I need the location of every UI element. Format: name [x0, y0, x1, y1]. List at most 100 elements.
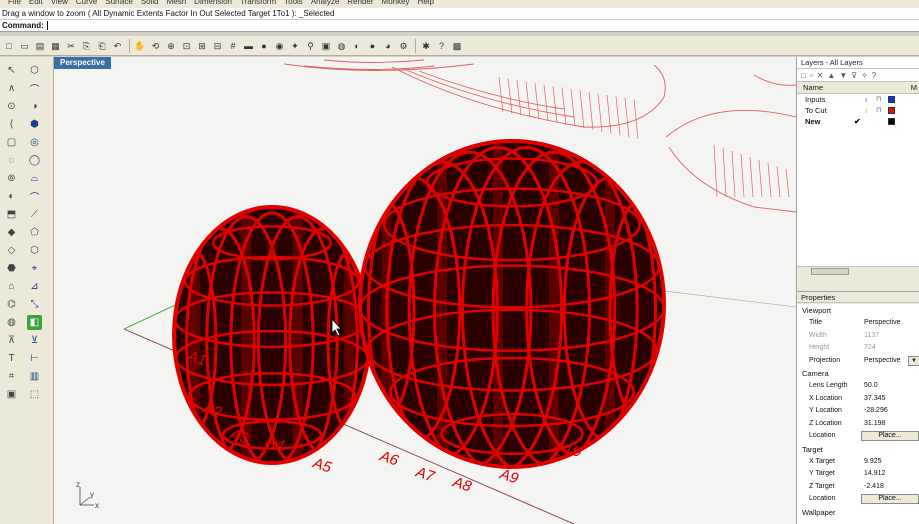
menu-item-curve[interactable]: Curve — [76, 0, 97, 6]
undo-icon[interactable]: ↶ — [111, 39, 125, 53]
tool-button-icon[interactable]: ⬢ — [27, 117, 42, 132]
tool-button-icon[interactable]: ⊙ — [4, 99, 19, 114]
tool-button-icon[interactable]: ⌒ — [27, 189, 42, 204]
tool-button-icon[interactable]: ⊼ — [4, 333, 19, 348]
new-sublayer-icon[interactable]: ▫ — [810, 71, 813, 80]
zoom-window-icon[interactable]: ⊡ — [180, 39, 194, 53]
prop-title-value[interactable]: Perspective — [864, 317, 901, 330]
grid-icon[interactable]: # — [226, 39, 240, 53]
tool-button-icon[interactable]: ⟨ — [4, 117, 19, 132]
render-sphere-icon[interactable]: ● — [366, 39, 380, 53]
z-target-input[interactable]: -2.418 — [864, 481, 884, 494]
new-layer-icon[interactable]: □ — [801, 71, 806, 80]
tool-button-icon[interactable]: ⬡ — [27, 63, 42, 78]
menu-item-dimension[interactable]: Dimension — [194, 0, 232, 6]
tool-button-icon[interactable]: ◐ — [4, 189, 19, 204]
tool-button-icon[interactable]: ◎ — [27, 135, 42, 150]
save-icon[interactable]: ▤ — [33, 39, 47, 53]
scrollbar-thumb[interactable] — [811, 268, 849, 275]
tool-button-icon[interactable]: T — [4, 351, 19, 366]
tool-button-icon[interactable]: ⌗ — [4, 369, 19, 384]
help-icon[interactable]: ? — [435, 39, 449, 53]
small-sphere[interactable] — [172, 205, 372, 469]
z-location-input[interactable]: 31.198 — [864, 418, 885, 431]
zoom-selected-icon[interactable]: ⊟ — [211, 39, 225, 53]
tool-button-icon[interactable]: ◑ — [27, 99, 42, 114]
tool-button-icon[interactable]: ⬡ — [27, 243, 42, 258]
tool-button-icon[interactable]: ▣ — [4, 387, 19, 402]
layer-icon[interactable]: ▣ — [319, 39, 333, 53]
tool-button-icon[interactable]: ⊻ — [27, 333, 42, 348]
options-icon[interactable]: ✱ — [419, 39, 433, 53]
menu-item-solid[interactable]: Solid — [141, 0, 159, 6]
lock-icon[interactable]: ⊓ — [876, 94, 881, 105]
copy-icon[interactable]: ⎘ — [80, 39, 94, 53]
layer-name[interactable]: To Cut — [805, 106, 827, 115]
tool-button-icon[interactable]: ◍ — [4, 315, 19, 330]
menu-item-file[interactable]: File — [8, 0, 21, 6]
viewport-scene[interactable]: A1A2A3 A4A5 A6A7 A8 A9A10 z x y — [54, 57, 796, 524]
layer-row[interactable]: Inputs ♁ ⊓ — [797, 94, 919, 105]
tool-button-icon[interactable]: ⟋ — [27, 207, 42, 222]
tool-button-icon[interactable]: ◯ — [27, 153, 42, 168]
move-up-icon[interactable]: ▲ — [827, 71, 835, 80]
open-folder-icon[interactable]: ▭ — [18, 39, 32, 53]
x-location-input[interactable]: 37.345 — [864, 393, 885, 406]
material-icon[interactable]: ◐ — [350, 39, 364, 53]
tool-button-icon[interactable]: ◧ — [27, 315, 42, 330]
large-sphere[interactable] — [358, 139, 666, 472]
move-down-icon[interactable]: ▼ — [839, 71, 847, 80]
bulb-icon[interactable]: ⚲ — [304, 39, 318, 53]
tool-button-icon[interactable]: ⊿ — [27, 279, 42, 294]
gear-icon[interactable]: ⚙ — [397, 39, 411, 53]
tool-button-icon[interactable]: ⊚ — [4, 171, 19, 186]
y-target-input[interactable]: 14.912 — [864, 468, 885, 481]
car-icon[interactable]: ▬ — [242, 39, 256, 53]
menu-item-monkey[interactable]: Monkey — [382, 0, 410, 6]
tool-button-icon[interactable]: ⬣ — [4, 261, 19, 276]
color-wheel-icon[interactable]: ◍ — [335, 39, 349, 53]
tool-button-icon[interactable]: ⌖ — [27, 261, 42, 276]
menu-item-analyze[interactable]: Analyze — [311, 0, 339, 6]
paste-icon[interactable]: ⎗ — [95, 39, 109, 53]
menu-item-mesh[interactable]: Mesh — [167, 0, 187, 6]
menu-item-surface[interactable]: Surface — [105, 0, 133, 6]
print-icon[interactable]: ▦ — [49, 39, 63, 53]
tool-button-icon[interactable]: ⌂ — [4, 279, 19, 294]
menu-item-help[interactable]: Help — [418, 0, 434, 6]
pan-hand-icon[interactable]: ✋ — [133, 39, 147, 53]
layer-row[interactable]: To Cut ♁ ⊓ — [797, 105, 919, 116]
tool-button-icon[interactable]: ◆ — [4, 225, 19, 240]
render-icon[interactable]: ◕ — [381, 39, 395, 53]
tool-button-icon[interactable]: ⬚ — [27, 387, 42, 402]
tool-button-icon[interactable]: ⤡ — [27, 297, 42, 312]
menu-item-render[interactable]: Render — [347, 0, 373, 6]
target-place-button[interactable]: Place... — [861, 494, 919, 504]
tool-button-icon[interactable]: ▥ — [27, 369, 42, 384]
layer-row[interactable]: New ✔ — [797, 116, 919, 127]
lens-length-input[interactable]: 50.0 — [864, 380, 878, 393]
menu-item-transform[interactable]: Transform — [240, 0, 276, 6]
projection-select[interactable]: Perspective — [864, 355, 901, 368]
layer-color-swatch[interactable] — [888, 107, 895, 114]
tool-button-icon[interactable]: ⬠ — [27, 225, 42, 240]
filter-icon[interactable]: ⊽ — [851, 71, 857, 80]
layers-horizontal-scrollbar[interactable] — [797, 266, 919, 276]
layer-color-swatch[interactable] — [888, 96, 895, 103]
tool-button-icon[interactable]: ⌒ — [27, 81, 42, 96]
zoom-extents-icon[interactable]: ⊞ — [195, 39, 209, 53]
light-icon[interactable]: ✦ — [288, 39, 302, 53]
tool-button-icon[interactable]: ◇ — [4, 243, 19, 258]
lightbulb-icon[interactable]: ♁ — [863, 105, 869, 116]
delete-layer-icon[interactable]: ✕ — [817, 71, 824, 80]
lightbulb-icon[interactable]: ♁ — [863, 94, 869, 105]
new-file-icon[interactable]: □ — [2, 39, 16, 53]
tool-button-icon[interactable]: ↖ — [4, 63, 19, 78]
camera-place-button[interactable]: Place... — [861, 431, 919, 441]
viewport-title-tab[interactable]: Perspective — [54, 57, 111, 69]
material-column-header[interactable]: M — [911, 82, 917, 94]
chevron-down-icon[interactable]: ▼ — [908, 355, 919, 366]
tool-button-icon[interactable]: ∧ — [4, 81, 19, 96]
tool-button-icon[interactable]: ⌬ — [4, 297, 19, 312]
menu-item-tools[interactable]: Tools — [284, 0, 303, 6]
